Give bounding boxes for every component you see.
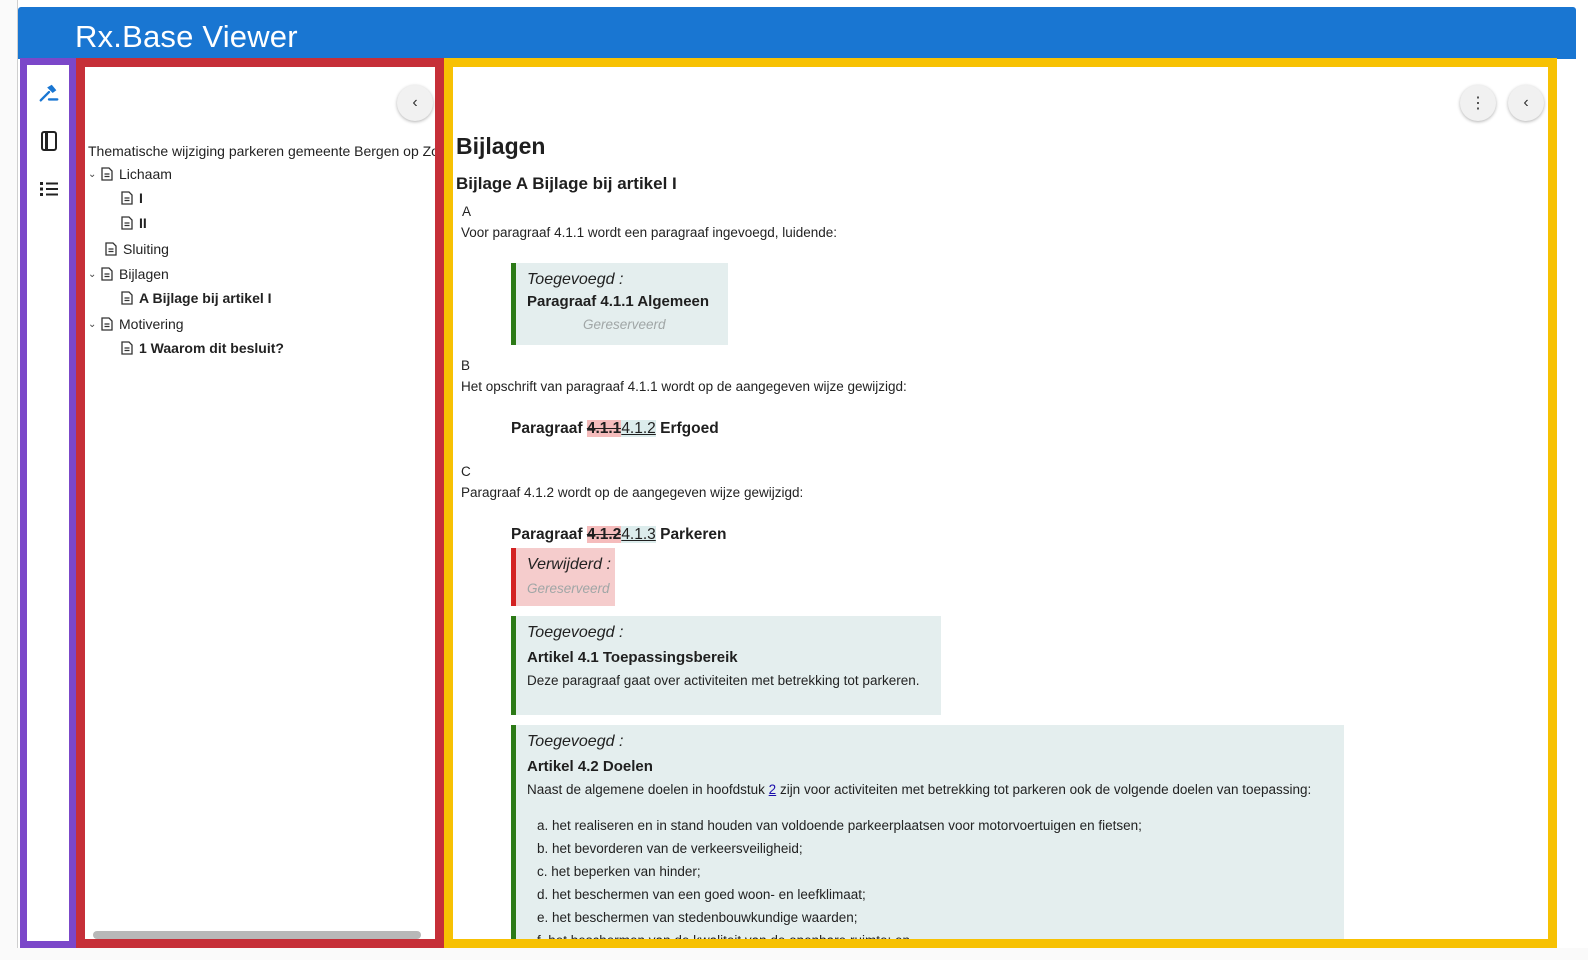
list-item: d. het beschermen van een goed woon- en …	[537, 887, 866, 902]
document-icon	[121, 191, 133, 205]
document-icon	[101, 167, 113, 181]
added-box-article-4-1: Toegevoegd : Artikel 4.1 Toepassingsbere…	[511, 616, 941, 715]
icon-rail	[20, 58, 76, 948]
tree-item-label: Bijlagen	[119, 266, 169, 282]
chevron-down-icon[interactable]: ⌄	[88, 269, 100, 280]
article-text: Naast de algemene doelen in hoofdstuk 2 …	[527, 782, 1311, 797]
tree-item-sluiting[interactable]: Sluiting	[104, 241, 169, 257]
reserved-text: Gereserveerd	[583, 317, 666, 332]
section-letter-c: C	[461, 464, 471, 479]
gavel-icon	[39, 84, 59, 102]
deleted-number: 4.1.2	[586, 526, 622, 543]
tree-item-ii[interactable]: II	[120, 215, 147, 231]
added-box-article-4-2: Toegevoegd : Artikel 4.2 Doelen Naast de…	[511, 725, 1344, 948]
tree-item-label: A Bijlage bij artikel I	[139, 290, 272, 306]
tree-item-lichaam[interactable]: ⌄ Lichaam	[88, 166, 172, 182]
deleted-number: 4.1.1	[586, 420, 622, 437]
section-c-intro: Paragraaf 4.1.2 wordt op de aangegeven w…	[461, 485, 804, 500]
added-label: Toegevoegd :	[527, 624, 624, 641]
document-icon	[121, 291, 133, 305]
tree-panel: ‹ Thematische wijziging parkeren gemeent…	[76, 58, 444, 948]
heading-suffix: Parkeren	[655, 526, 727, 543]
section-b-intro: Het opschrift van paragraaf 4.1.1 wordt …	[461, 379, 907, 394]
list-item: f. het beschermen van de kwaliteit van d…	[537, 933, 910, 948]
heading-suffix: Erfgoed	[655, 420, 719, 437]
tree-item-bijlage-a[interactable]: A Bijlage bij artikel I	[120, 290, 272, 306]
document-icon	[101, 317, 113, 331]
document-icon	[121, 341, 133, 355]
tree-item-label: Lichaam	[119, 166, 172, 182]
section-title: Bijlage A Bijlage bij artikel I	[456, 174, 677, 193]
removed-label: Verwijderd :	[527, 556, 611, 573]
book-icon	[41, 131, 57, 151]
more-vertical-icon: ⋮	[1470, 95, 1486, 112]
section-a-intro: Voor paragraaf 4.1.1 wordt een paragraaf…	[461, 225, 838, 240]
list-item: b. het bevorderen van de verkeersveiligh…	[537, 841, 803, 856]
reserved-text: Gereserveerd	[527, 581, 610, 596]
rail-button-documents[interactable]	[33, 125, 65, 157]
removed-box: Verwijderd : Gereserveerd	[511, 548, 615, 606]
tree-item-motivering[interactable]: ⌄ Motivering	[88, 316, 184, 332]
window-left-edge	[0, 0, 18, 960]
changed-heading-c: Paragraaf 4.1.24.1.3 Parkeren	[511, 526, 726, 544]
rail-button-toc[interactable]	[33, 173, 65, 205]
more-options-button[interactable]: ⋮	[1460, 85, 1496, 121]
article-title: Artikel 4.2 Doelen	[527, 758, 653, 775]
article-title: Artikel 4.1 Toepassingsbereik	[527, 649, 738, 666]
list-item: c. het beperken van hinder;	[537, 864, 701, 879]
added-title: Paragraaf 4.1.1 Algemeen	[527, 293, 710, 310]
app-header: Rx.Base Viewer	[18, 7, 1576, 59]
content-panel: ⋮ ‹ Bijlagen Bijlage A Bijlage bij artik…	[444, 58, 1557, 948]
added-box: Toegevoegd : Paragraaf 4.1.1 Algemeen Ge…	[511, 263, 728, 345]
tree-item-bijlagen[interactable]: ⌄ Bijlagen	[88, 266, 169, 282]
collapse-tree-button[interactable]: ‹	[397, 85, 433, 121]
inserted-number: 4.1.2	[621, 420, 656, 437]
tree-item-label: 1 Waarom dit besluit?	[139, 340, 284, 356]
heading-prefix: Paragraaf	[511, 526, 587, 543]
document-icon	[105, 242, 117, 256]
list-item: e. het beschermen van stedenbouwkundige …	[537, 910, 858, 925]
article-text: Deze paragraaf gaat over activiteiten me…	[527, 673, 920, 688]
document-icon	[121, 216, 133, 230]
tree-item-label: II	[139, 215, 147, 231]
rail-button-regulation[interactable]	[33, 77, 65, 109]
horizontal-scrollbar[interactable]	[93, 931, 421, 939]
tree-item-label: Motivering	[119, 316, 184, 332]
heading-prefix: Paragraaf	[511, 420, 587, 437]
list-icon	[40, 182, 58, 196]
tree-item-label: I	[139, 190, 143, 206]
tree-item-waarom[interactable]: 1 Waarom dit besluit?	[120, 340, 284, 356]
tree-item-i[interactable]: I	[120, 190, 143, 206]
list-item: a. het realiseren en in stand houden van…	[537, 818, 1142, 833]
added-label: Toegevoegd :	[527, 733, 624, 750]
tree-root-title[interactable]: Thematische wijziging parkeren gemeente …	[88, 143, 435, 159]
page-title: Bijlagen	[456, 133, 546, 159]
collapse-content-button[interactable]: ‹	[1508, 85, 1544, 121]
chevron-down-icon[interactable]: ⌄	[88, 319, 100, 330]
section-letter-a: A	[462, 204, 472, 219]
text-after-link: zijn voor activiteiten met betrekking to…	[776, 782, 1312, 797]
inserted-number: 4.1.3	[621, 526, 656, 543]
chevron-down-icon[interactable]: ⌄	[88, 169, 100, 180]
changed-heading-b: Paragraaf 4.1.14.1.2 Erfgoed	[511, 420, 719, 438]
text-before-link: Naast de algemene doelen in hoofdstuk	[527, 782, 769, 797]
document-icon	[101, 267, 113, 281]
added-label: Toegevoegd :	[527, 271, 624, 288]
section-letter-b: B	[461, 358, 471, 373]
window-bottom-edge	[0, 948, 1588, 960]
app-title: Rx.Base Viewer	[75, 19, 298, 54]
tree-item-label: Sluiting	[123, 241, 169, 257]
